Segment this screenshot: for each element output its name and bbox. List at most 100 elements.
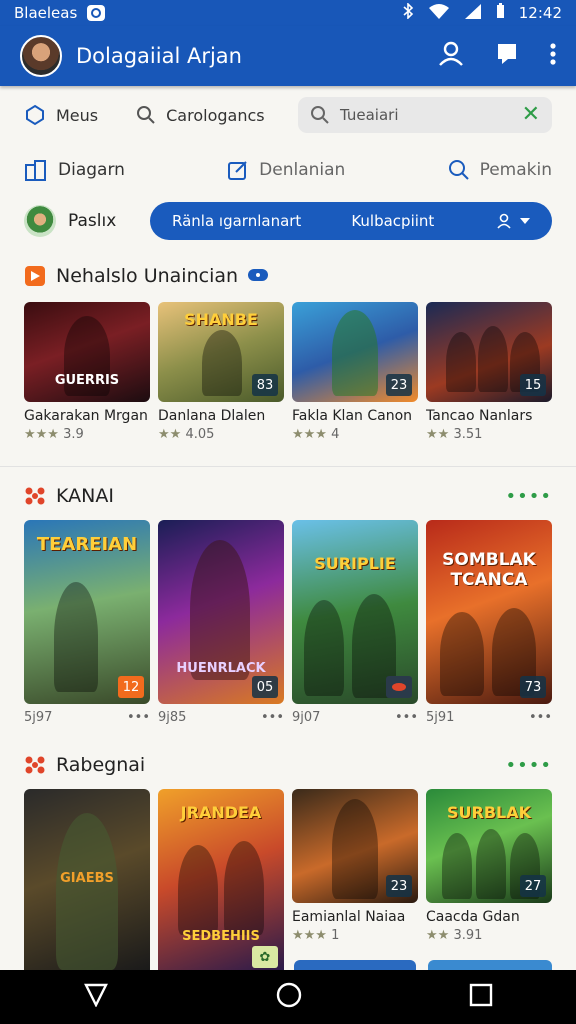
dice-icon — [25, 487, 45, 505]
more-horiz-icon[interactable]: ••• — [127, 710, 150, 725]
game-card[interactable]: JRANDEA SEDBEHIIS ✿ — [158, 789, 284, 970]
game-row-1: GUERRIS Gakarakan Mrgan ★★★ 3.9 SHANBE 8… — [24, 302, 552, 442]
wifi-icon — [428, 3, 450, 23]
game-card[interactable]: HUENRLACK 05 9j85 ••• — [158, 520, 284, 725]
game-thumbnail: 23 — [292, 302, 418, 402]
game-thumbnail: SURBLAK 27 — [426, 789, 552, 903]
pill-label-left: Ränla ıgarnlanart — [172, 212, 302, 230]
user-avatar[interactable] — [24, 205, 56, 237]
section-header: Nehalslo Unaincian — [24, 262, 552, 290]
game-card[interactable]: TEAREIAN 12 5j97 ••• — [24, 520, 150, 725]
tab-bar: Diagarn Denlanian Pemakin — [0, 148, 576, 192]
tab-pemakin[interactable]: Pemakin — [448, 159, 552, 181]
thumbnail-caption: JRANDEA — [180, 803, 262, 822]
rank-badge: 15 — [520, 374, 546, 396]
game-card[interactable]: 15 Tancao Nanlars ★★ 3.51 — [426, 302, 552, 442]
thumbnail-caption: HUENRLACK — [176, 661, 266, 676]
chat-icon[interactable] — [496, 42, 518, 70]
game-meta: 5j97 — [24, 710, 53, 725]
badge-icon — [392, 683, 406, 691]
back-icon[interactable] — [83, 983, 109, 1011]
clear-icon[interactable]: ✕ — [522, 104, 540, 126]
game-card[interactable]: SOMBLAK TCANCA 73 5j91 ••• — [426, 520, 552, 725]
user-dropdown[interactable] — [496, 213, 530, 229]
recents-icon[interactable] — [469, 983, 493, 1011]
game-rating: ★★★ 1 — [292, 928, 340, 943]
search-icon — [137, 106, 155, 124]
rank-badge: 73 — [520, 676, 546, 698]
game-meta: 9j07 — [292, 710, 321, 725]
user-icon — [497, 213, 511, 229]
section-header: Rabegnai •••• — [24, 751, 552, 779]
game-title: Caacda Gdan — [426, 909, 520, 925]
game-thumbnail: TEAREIAN 12 — [24, 520, 150, 704]
user-row: Paslıx Ränla ıgarnlanart Kulbacpiint — [0, 198, 576, 244]
filter-pill[interactable]: Ränla ıgarnlanart Kulbacpiint — [150, 202, 552, 240]
game-card[interactable]: GUERRIS Gakarakan Mrgan ★★★ 3.9 — [24, 302, 150, 442]
building-icon — [25, 160, 46, 181]
app-bar: Dolagaiial Arjan — [0, 26, 576, 86]
game-thumbnail: HUENRLACK 05 — [158, 520, 284, 704]
more-icon[interactable]: •••• — [506, 486, 552, 507]
game-card[interactable]: 23 Fakla Klan Canon ★★★ 4 — [292, 302, 418, 442]
user-name: Paslıx — [68, 211, 117, 231]
menu-item-label: Carologancs — [166, 105, 265, 125]
game-card[interactable]: GIAEBS — [24, 789, 150, 970]
game-rating: ★★ 3.91 — [426, 928, 483, 943]
thumbnail-caption: SOMBLAK TCANCA — [442, 550, 536, 590]
avatar[interactable] — [20, 35, 62, 77]
search-input[interactable]: Tueaiari ✕ — [298, 97, 552, 133]
menu-item-categories[interactable]: Carologancs — [136, 105, 265, 125]
thumbnail-caption: SHANBE — [184, 310, 258, 329]
game-card[interactable]: 23 Eamianlal Naiaa ★★★ 1 — [292, 789, 418, 970]
dice-icon — [25, 756, 45, 774]
menu-item-meus[interactable]: Meus — [24, 104, 98, 126]
game-card[interactable]: SHANBE 83 Danlana Dlalen ★★ 4.05 — [158, 302, 284, 442]
game-thumbnail: GIAEBS — [24, 789, 150, 970]
search-icon — [448, 160, 469, 180]
game-thumbnail: SOMBLAK TCANCA 73 — [426, 520, 552, 704]
section-title: Nehalslo Unaincian — [56, 265, 239, 287]
game-meta: 9j85 — [158, 710, 187, 725]
edit-icon — [228, 161, 247, 180]
tab-label: Pemakin — [479, 160, 552, 180]
more-horiz-icon[interactable]: ••• — [261, 710, 284, 725]
gamepad-icon — [248, 265, 269, 287]
thumbnail-caption-bottom: SEDBEHIIS — [182, 929, 260, 944]
section-title: Rabegnai — [56, 754, 146, 776]
clock: 12:42 — [518, 4, 562, 22]
divider — [0, 466, 576, 467]
bluetooth-icon — [402, 2, 414, 23]
home-icon[interactable] — [275, 981, 303, 1013]
rank-badge: 27 — [520, 875, 546, 897]
more-horiz-icon[interactable]: ••• — [395, 710, 418, 725]
more-icon[interactable]: •••• — [506, 755, 552, 776]
section-header: KANAI •••• — [24, 482, 552, 510]
game-card[interactable]: SURIPLIE 9j07 ••• — [292, 520, 418, 725]
system-nav-bar — [0, 970, 576, 1024]
game-thumbnail: SHANBE 83 — [158, 302, 284, 402]
toolbar: Meus Carologancs Tueaiari ✕ — [0, 92, 576, 138]
thumbnail-caption: TEAREIAN — [36, 534, 138, 555]
game-rating: ★★★ 4 — [292, 427, 340, 442]
game-title: Danlana Dlalen — [158, 408, 266, 424]
game-card[interactable]: SURBLAK 27 Caacda Gdan ★★ 3.91 — [426, 789, 552, 970]
tab-diagram[interactable]: Diagarn — [24, 159, 125, 181]
account-icon[interactable] — [438, 41, 464, 71]
game-thumbnail: 15 — [426, 302, 552, 402]
more-horiz-icon[interactable]: ••• — [529, 710, 552, 725]
status-bar: Blaeleas 12:42 — [0, 0, 576, 26]
game-rating: ★★ 3.51 — [426, 427, 483, 442]
more-vert-icon[interactable] — [550, 43, 556, 69]
game-title: Eamianlal Naiaa — [292, 909, 406, 925]
rank-badge — [386, 676, 412, 698]
game-title: Tancao Nanlars — [426, 408, 533, 424]
tab-label: Diagarn — [58, 160, 125, 180]
tab-denlanian[interactable]: Denlanian — [227, 159, 345, 181]
chevron-down-icon — [520, 218, 530, 224]
signal-icon — [464, 3, 482, 23]
notification-icon — [87, 5, 106, 21]
pill-label-mid: Kulbacpiint — [351, 212, 435, 230]
game-title: Gakarakan Mrgan — [24, 408, 148, 424]
rank-badge: 83 — [252, 374, 278, 396]
